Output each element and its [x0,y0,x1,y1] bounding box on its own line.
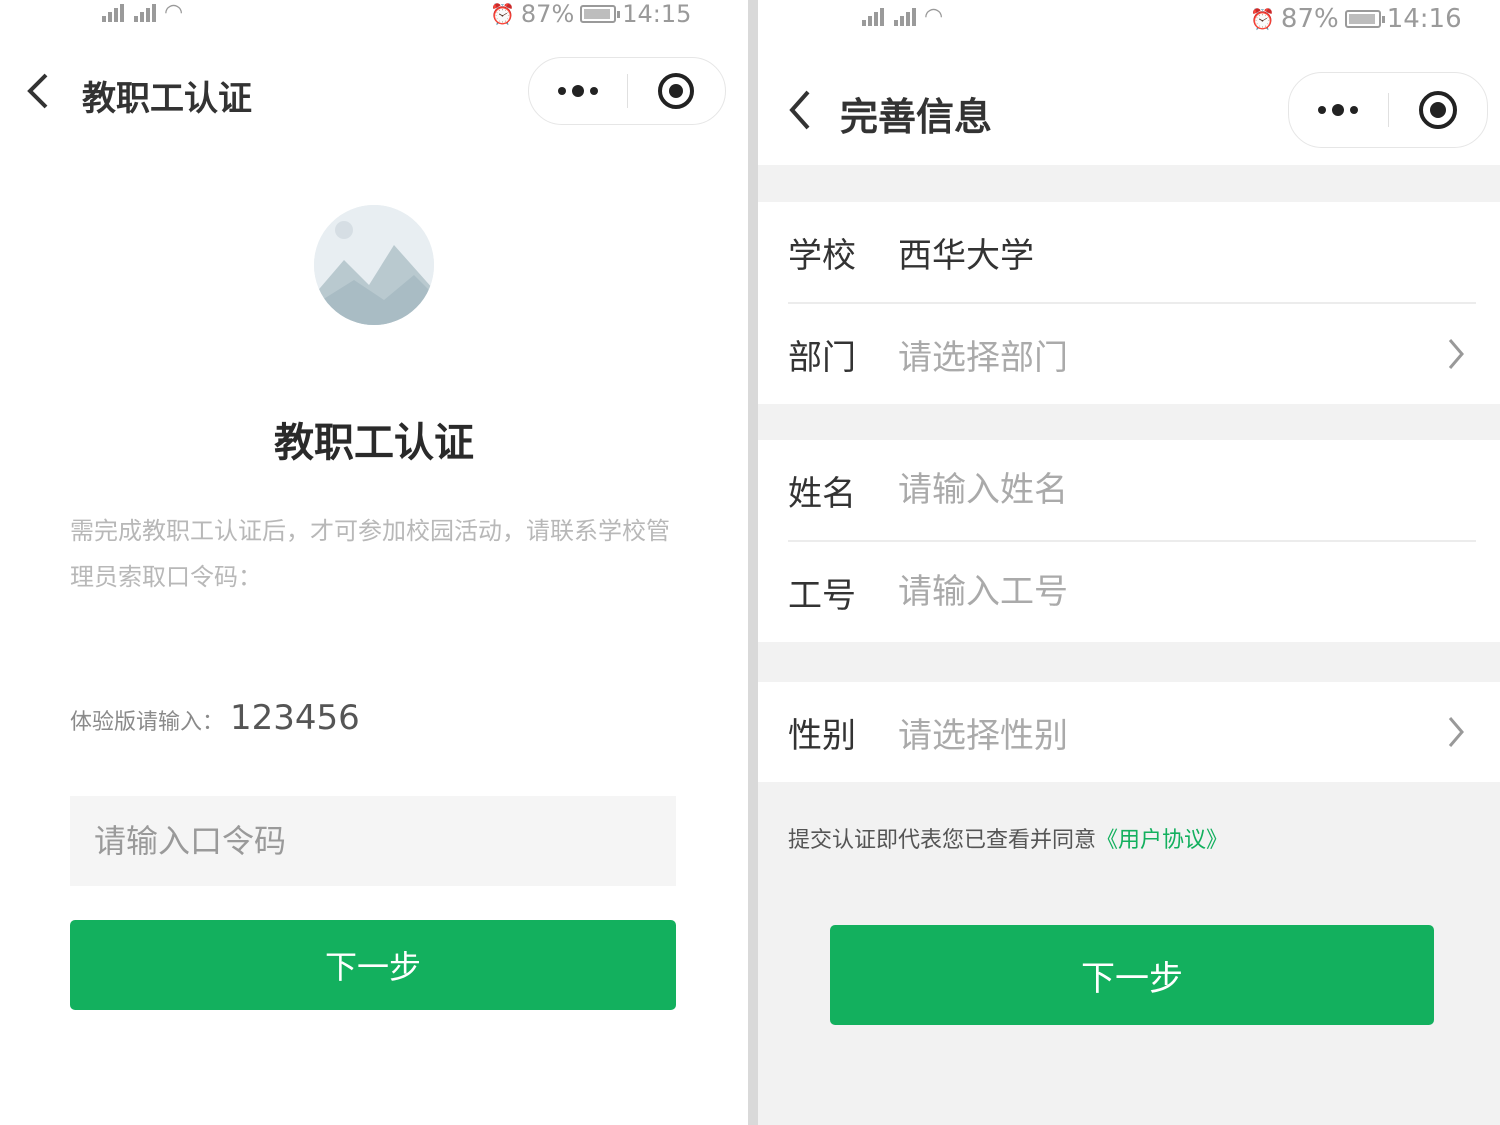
trial-hint: 体验版请输入： 123456 [70,698,360,738]
target-icon [1418,91,1457,129]
staff-id-label: 工号 [788,575,856,616]
back-button[interactable] [786,88,814,132]
screen-divider [748,0,758,1125]
nav-title: 完善信息 [840,95,993,139]
next-button[interactable]: 下一步 [70,920,676,1010]
chevron-right-icon [1448,339,1464,369]
more-dots-icon [1318,104,1359,116]
name-field: 姓名 [758,440,1500,540]
status-right: ⏰ 87% 14:15 [490,0,691,28]
staff-auth-screen: ◠ ⏰ 87% 14:15 教职工认证 教职工认证 需完成教职工认证后，才可参加… [0,0,748,1125]
more-button[interactable] [529,58,627,124]
battery-percent: 87% [1280,4,1339,34]
signal-icon [132,3,158,22]
battery-percent: 87% [520,0,575,28]
nav-bar: 教职工认证 [0,55,748,127]
chevron-left-icon [789,90,810,130]
capsule-menu [528,57,726,125]
trial-label: 体验版请输入： [70,710,225,735]
signal-icon [100,3,126,22]
alarm-icon: ⏰ [490,2,515,26]
wifi-icon: ◠ [164,0,184,25]
back-button[interactable] [24,71,52,111]
alarm-icon: ⏰ [1250,7,1275,31]
department-label: 部门 [788,337,856,378]
submit-next-button[interactable]: 下一步 [830,925,1434,1025]
close-miniprogram-button[interactable] [1389,73,1488,147]
name-label: 姓名 [788,473,856,514]
target-icon [658,73,695,109]
signal-indicators: ◠ [100,0,183,25]
status-bar: ◠ ⏰ 87% 14:15 [0,0,748,40]
status-time: 14:15 [622,0,692,28]
gender-group: 性别 请选择性别 [758,682,1500,782]
gender-placeholder: 请选择性别 [898,715,1068,756]
battery-icon [580,5,621,23]
code-input[interactable] [70,796,676,886]
user-agreement-link[interactable]: 《用户协议》 [1096,828,1228,853]
close-miniprogram-button[interactable] [628,58,726,124]
nav-title: 教职工认证 [82,79,252,119]
department-placeholder: 请选择部门 [898,337,1068,378]
wifi-icon: ◠ [924,4,944,29]
staff-id-field: 工号 [758,542,1500,642]
trial-code: 123456 [230,698,360,738]
status-right: ⏰ 87% 14:16 [1250,4,1462,34]
school-label: 学校 [788,235,856,276]
school-field: 学校 西华大学 [758,202,1500,302]
signal-indicators: ◠ [860,4,943,29]
chevron-right-icon [1448,717,1464,747]
staff-id-input[interactable] [898,572,1418,612]
auth-description: 需完成教职工认证后，才可参加校园活动，请联系学校管理员索取口令码： [70,517,670,591]
agreement-notice: 提交认证即代表您已查看并同意《用户协议》 [788,822,1228,854]
mountain-logo-icon [314,205,434,325]
battery-icon [1344,10,1385,28]
school-value: 西华大学 [898,235,1034,276]
page-heading: 教职工认证 [274,420,474,466]
gender-select[interactable]: 性别 请选择性别 [758,682,1500,782]
complete-info-screen: ◠ ⏰ 87% 14:16 完善信息 学校 西华大学 部门 请选择部门 姓名 请… [758,0,1500,1125]
capsule-menu [1288,72,1488,148]
identity-group: 姓名 工号 [758,440,1500,642]
more-button[interactable] [1289,73,1388,147]
app-logo [314,205,434,325]
gender-label: 性别 [788,715,856,756]
nav-bar: 完善信息 [758,72,1500,148]
status-time: 14:16 [1386,4,1462,34]
more-dots-icon [557,85,598,97]
org-group: 学校 西华大学 部门 请选择部门 [758,202,1500,404]
agreement-text: 提交认证即代表您已查看并同意 [788,828,1097,853]
name-input[interactable] [898,470,1418,510]
signal-icon [892,7,918,26]
chevron-left-icon [27,73,48,109]
signal-icon [860,7,886,26]
department-select[interactable]: 部门 请选择部门 [758,304,1500,404]
status-bar: ◠ ⏰ 87% 14:16 [758,0,1500,40]
